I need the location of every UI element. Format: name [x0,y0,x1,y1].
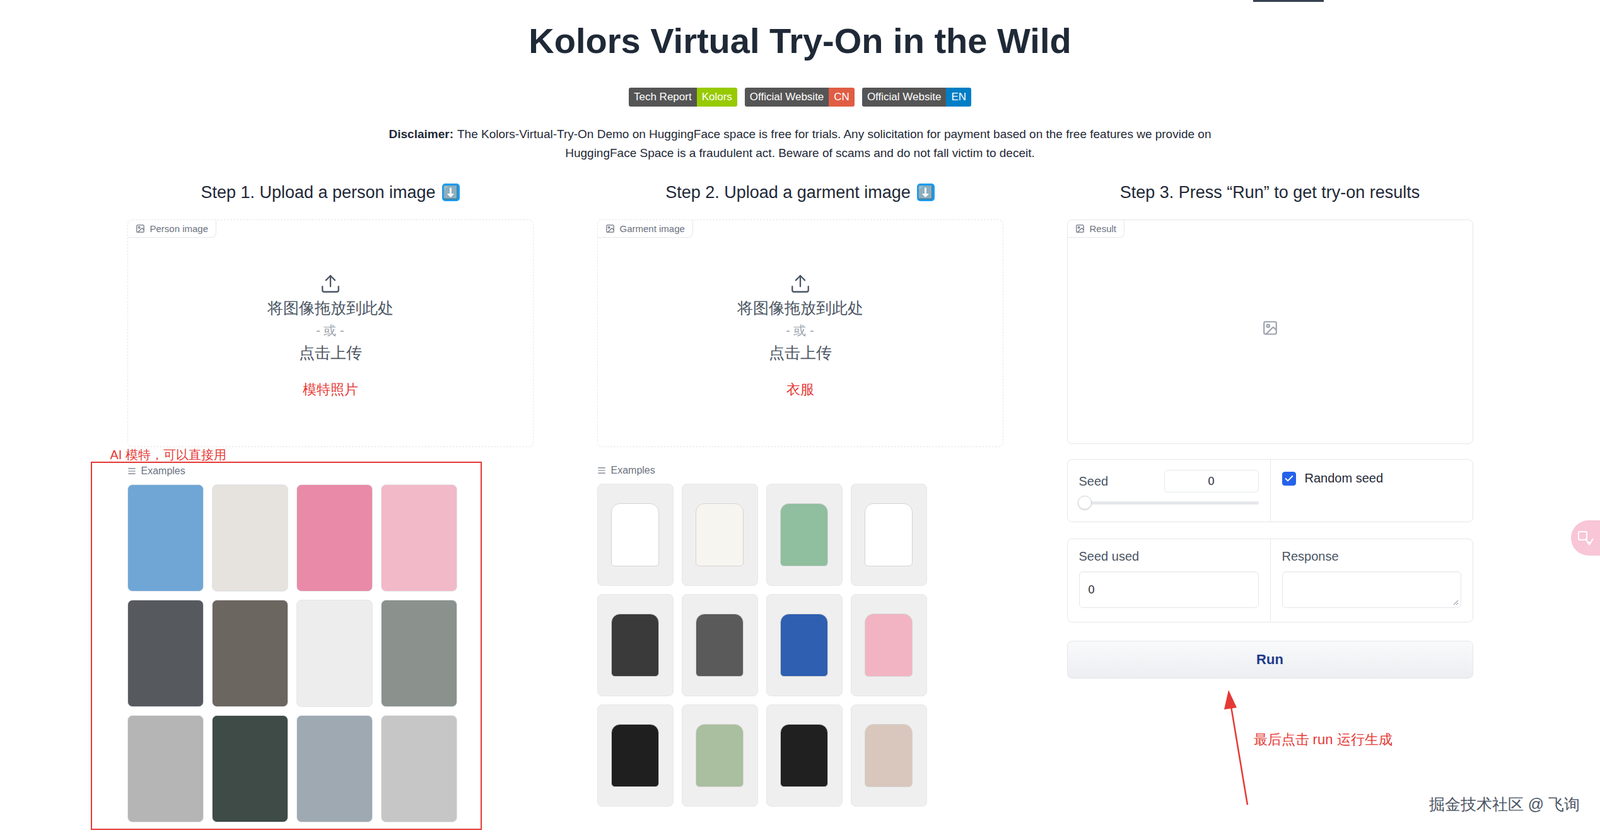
seed-group: Seed 0 Random seed [1067,459,1474,523]
person-example[interactable] [211,484,289,592]
person-example[interactable] [127,599,204,707]
disclaimer: Disclaimer:The Kolors-Virtual-Try-On Dem… [380,124,1220,163]
person-example[interactable] [380,484,458,592]
step-heading-text: Step 2. Upload a garment image [665,179,911,205]
panel-label: Garment image [597,220,694,238]
annotation-label: AI 模特，可以直接用 [110,447,534,462]
drop-area[interactable]: 将图像拖放到此处- 或 -点击上传模特照片 [128,237,533,447]
person-example[interactable] [211,715,289,823]
list-icon [127,466,137,476]
resize-icon[interactable] [1452,599,1459,606]
person-examples [127,484,468,823]
checkbox[interactable] [1282,471,1297,486]
drop-text: 将图像拖放到此处 [737,297,864,320]
seed-input[interactable]: 0 [1164,469,1259,493]
step-heading: Step 2. Upload a garment image ⬇️ [597,179,1004,205]
red-arrow-icon [1218,688,1254,809]
seed-used-input[interactable]: 0 [1079,571,1259,608]
translate-icon [1577,529,1594,547]
person-example[interactable] [127,715,204,823]
image-icon [135,223,146,234]
run-button[interactable]: Run [1067,640,1474,679]
panel-label: Result [1067,220,1126,238]
response-label: Response [1282,549,1462,564]
upload-icon [789,273,812,295]
garment-example[interactable] [850,704,928,807]
seed-used-label: Seed used [1079,549,1259,564]
or-text: - 或 - [315,321,344,340]
panel-label: Person image [128,220,217,238]
garment-example[interactable] [597,483,674,586]
click-upload-text: 点击上传 [768,341,832,364]
garment-example[interactable] [681,594,759,697]
seed-field: Seed 0 [1067,459,1271,522]
response-textarea[interactable] [1282,571,1462,608]
page-title: Kolors Virtual Try-On in the Wild [0,18,1600,64]
person-example[interactable] [296,599,373,707]
or-text: - 或 - [785,321,814,340]
seed-label: Seed [1079,474,1109,489]
seed-slider[interactable] [1079,501,1259,505]
person-example[interactable] [296,715,373,823]
person-example[interactable] [127,484,204,592]
person-column: Step 1. Upload a person image ⬇️ Person im… [127,179,534,830]
columns: Step 1. Upload a person image ⬇️ Person im… [0,179,1600,830]
run-annotation: 最后点击 run 运行生成 [1067,688,1474,809]
step-heading-text: Step 3. Press “Run” to get try-on result… [1120,179,1421,205]
examples-label: Examples [127,465,468,477]
garment-examples [597,483,1004,807]
person-example[interactable] [380,599,458,707]
person-upload[interactable]: Person image将图像拖放到此处- 或 -点击上传模特照片 [127,219,534,448]
garment-example[interactable] [766,704,843,807]
annotation-note: 最后点击 run 运行生成 [1253,730,1393,750]
down-arrow-icon: ⬇️ [916,183,935,202]
examples-label: Examples [597,464,1004,477]
down-arrow-icon: ⬇️ [442,183,460,202]
page: Kolors Virtual Try-On in the Wild Tech Re… [0,0,1600,835]
annotation-note: 衣服 [786,380,815,400]
step-heading-text: Step 1. Upload a person image [200,179,436,205]
drop-area[interactable]: 将图像拖放到此处- 或 -点击上传衣服 [597,237,1003,447]
drop-text: 将图像拖放到此处 [267,297,394,320]
response-field: Response [1270,539,1473,622]
watermark: 掘金技术社区 @ 飞询 [1429,794,1580,815]
garment-example[interactable] [766,594,843,697]
slider-thumb[interactable] [1077,495,1092,510]
output-group: Seed used 0 Response [1067,538,1474,623]
garment-upload[interactable]: Garment image将图像拖放到此处- 或 -点击上传衣服 [597,219,1004,448]
seed-used-field: Seed used 0 [1067,539,1271,622]
tab-indicator [1253,0,1324,2]
annotation-box: Examples [90,461,482,830]
person-example[interactable] [211,599,289,707]
badge[interactable]: Official WebsiteEN [862,87,972,107]
result-column: Step 3. Press “Run” to get try-on result… [1067,179,1474,809]
step-heading: Step 1. Upload a person image ⬇️ [127,179,534,205]
garment-column: Step 2. Upload a garment image ⬇️ Garment … [597,179,1004,807]
badge[interactable]: Official WebsiteCN [744,87,855,107]
result-panel: Result [1067,219,1474,444]
garment-example[interactable] [597,704,674,807]
badge-row: Tech ReportKolors Official WebsiteCN Offic… [0,87,1600,107]
check-icon [1284,473,1295,484]
garment-example[interactable] [850,594,928,697]
person-example[interactable] [380,715,458,823]
badge[interactable]: Tech ReportKolors [628,87,738,107]
random-seed-checkbox[interactable]: Random seed [1282,471,1462,486]
garment-example[interactable] [766,483,843,586]
annotation-note: 模特照片 [302,380,359,400]
click-upload-text: 点击上传 [298,341,363,364]
upload-icon [319,273,342,295]
image-icon [1075,223,1085,234]
translate-button[interactable] [1570,520,1600,556]
garment-example[interactable] [681,483,759,586]
image-placeholder-icon [1261,319,1279,337]
random-seed-field: Random seed [1270,459,1473,522]
list-icon [597,466,607,475]
image-icon [605,223,615,234]
person-example[interactable] [296,484,373,592]
garment-example[interactable] [850,483,928,586]
step-heading: Step 3. Press “Run” to get try-on result… [1067,179,1474,205]
garment-example[interactable] [597,594,674,697]
garment-example[interactable] [681,704,759,807]
